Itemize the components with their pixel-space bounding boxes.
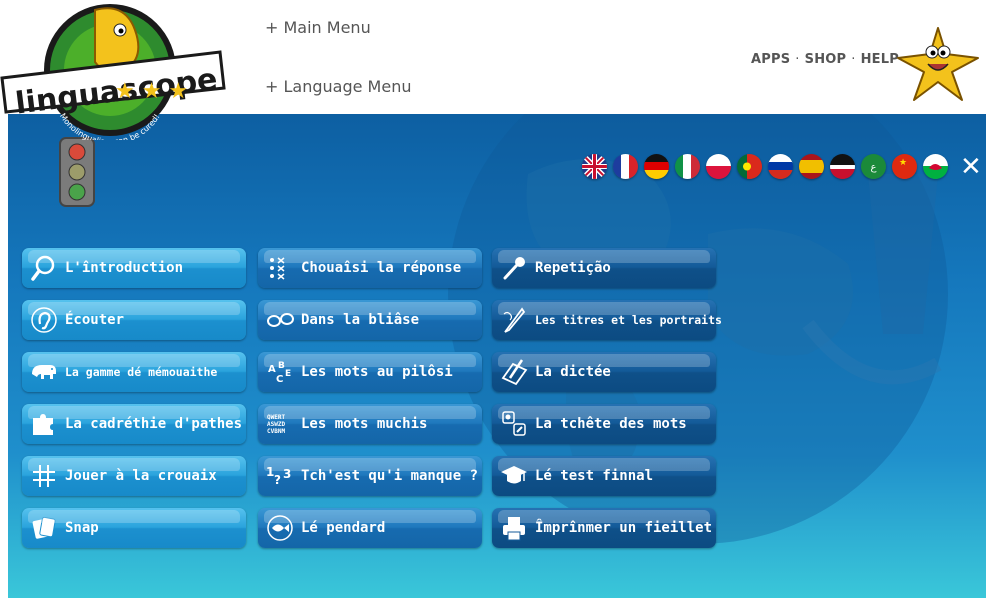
svg-text:ASWZD: ASWZD (267, 421, 285, 428)
activity-button-hangman[interactable]: Lé pendard (258, 508, 482, 548)
button-label: Jouer à la crouaix (65, 468, 217, 484)
china-flag-icon[interactable]: ★ (892, 154, 917, 179)
france-flag-icon[interactable] (613, 154, 638, 179)
cards-icon (29, 513, 59, 543)
activity-button-whats-missing[interactable]: 1? 3 Tch'est qu'i manque ? (258, 456, 482, 496)
activity-button-choose-answer[interactable]: Chouaîsi la réponse (258, 248, 482, 288)
activity-button-word-hunt[interactable]: La tchête des mots (492, 404, 716, 444)
activity-button-hidden-words[interactable]: QWERT ASWZD CVBNM Les mots muchis (258, 404, 482, 444)
svg-text:CVBNM: CVBNM (267, 428, 285, 435)
nav-separator: · (851, 52, 856, 67)
button-label: Les mots au pilôsi (301, 364, 453, 380)
svg-text:ع: ع (871, 162, 877, 173)
button-label: Dans la bliâse (301, 312, 420, 328)
traffic-light-icon[interactable] (54, 136, 100, 208)
button-label: Écouter (65, 312, 125, 328)
activity-button-repetition[interactable]: Repetição (492, 248, 716, 288)
button-label: Împrînmer un fieillet (535, 520, 713, 536)
svg-text:QWERT: QWERT (267, 414, 285, 421)
magnifier-icon (29, 253, 59, 283)
activity-panel: ع ★ ✕ L'întroduction Écouter La gamme dé… (8, 114, 986, 598)
word-grid-icon: QWERT ASWZD CVBNM (265, 409, 295, 439)
activity-button-titles-portraits[interactable]: Les titres et les portraits (492, 300, 722, 340)
activity-button-final-test[interactable]: Lé test finnal (492, 456, 716, 496)
ear-icon (29, 305, 59, 335)
nav-separator: · (795, 52, 800, 67)
language-flags: ع ★ ✕ (582, 154, 982, 180)
button-label: La tchête des mots (535, 416, 687, 432)
button-label: La dictée (535, 364, 611, 380)
letters-icon: ABCE (265, 357, 295, 387)
button-label: La cadréthie d'pathes (65, 416, 243, 432)
button-label: Tch'est qu'i manque ? (301, 468, 479, 484)
main-menu-link[interactable]: + Main Menu (265, 18, 371, 37)
svg-text:★: ★ (899, 158, 907, 168)
poland-flag-icon[interactable] (706, 154, 731, 179)
button-label: Snap (65, 520, 99, 536)
maori-flag-icon[interactable] (830, 154, 855, 179)
button-label: L'întroduction (65, 260, 184, 276)
arabic-flag-icon[interactable]: ع (861, 154, 886, 179)
activity-button-print-worksheet[interactable]: Împrînmer un fieillet (492, 508, 716, 548)
italy-flag-icon[interactable] (675, 154, 700, 179)
svg-text:★ ★ ★: ★ ★ ★ (115, 79, 188, 104)
checklist-icon (265, 253, 295, 283)
elephant-icon (29, 357, 59, 387)
portugal-flag-icon[interactable] (737, 154, 762, 179)
activity-button-jigsaw[interactable]: La cadréthie d'pathes (22, 404, 246, 444)
pencil-icon (499, 305, 529, 335)
puzzle-icon (29, 409, 59, 439)
spain-flag-icon[interactable] (799, 154, 824, 179)
button-label: Les titres et les portraits (535, 313, 722, 327)
top-nav: APPS · SHOP · HELP (751, 52, 899, 67)
button-label: Les mots muchis (301, 416, 428, 432)
writing-icon (499, 357, 529, 387)
printer-icon (499, 513, 529, 543)
activity-button-noughts-crosses[interactable]: Jouer à la crouaix (22, 456, 246, 496)
svg-text:E: E (285, 369, 291, 379)
svg-text:?: ? (274, 473, 281, 487)
wales-flag-icon[interactable] (923, 154, 948, 179)
missing-number-icon: 1? 3 (265, 461, 295, 491)
tic-tac-toe-icon (29, 461, 59, 491)
activity-button-listen[interactable]: Écouter (22, 300, 246, 340)
graduation-cap-icon (499, 461, 529, 491)
language-menu-link[interactable]: + Language Menu (265, 77, 411, 96)
button-label: La gamme dé mémouaithe (65, 365, 218, 379)
germany-flag-icon[interactable] (644, 154, 669, 179)
fish-icon (265, 513, 295, 543)
svg-text:A: A (268, 364, 276, 375)
apps-link[interactable]: APPS (751, 52, 790, 67)
activity-button-dictation[interactable]: La dictée (492, 352, 716, 392)
button-label: Lé pendard (301, 520, 386, 536)
activity-button-introduction[interactable]: L'întroduction (22, 248, 246, 288)
button-label: Repetição (535, 260, 611, 276)
starfish-mascot-icon (897, 27, 979, 101)
svg-text:3: 3 (283, 467, 291, 481)
svg-text:C: C (276, 374, 283, 385)
button-label: Lé test finnal (535, 468, 654, 484)
close-icon[interactable]: ✕ (960, 154, 982, 180)
svg-text:B: B (278, 361, 285, 371)
uk-flag-icon[interactable] (582, 154, 607, 179)
activity-button-in-the-picture[interactable]: Dans la bliâse (258, 300, 482, 340)
header: linguascope .com ★ ★ ★ Monolingualism ca… (0, 0, 986, 140)
activity-button-word-jumble[interactable]: ABCE Les mots au pilôsi (258, 352, 482, 392)
russia-flag-icon[interactable] (768, 154, 793, 179)
glasses-icon (265, 305, 295, 335)
word-search-icon (499, 409, 529, 439)
activity-button-memory-game[interactable]: La gamme dé mémouaithe (22, 352, 246, 392)
activity-button-snap[interactable]: Snap (22, 508, 246, 548)
shop-link[interactable]: SHOP (805, 52, 847, 67)
linguascope-logo[interactable]: linguascope .com ★ ★ ★ Monolingualism ca… (0, 0, 230, 140)
button-label: Chouaîsi la réponse (301, 260, 462, 276)
microphone-icon (499, 253, 529, 283)
